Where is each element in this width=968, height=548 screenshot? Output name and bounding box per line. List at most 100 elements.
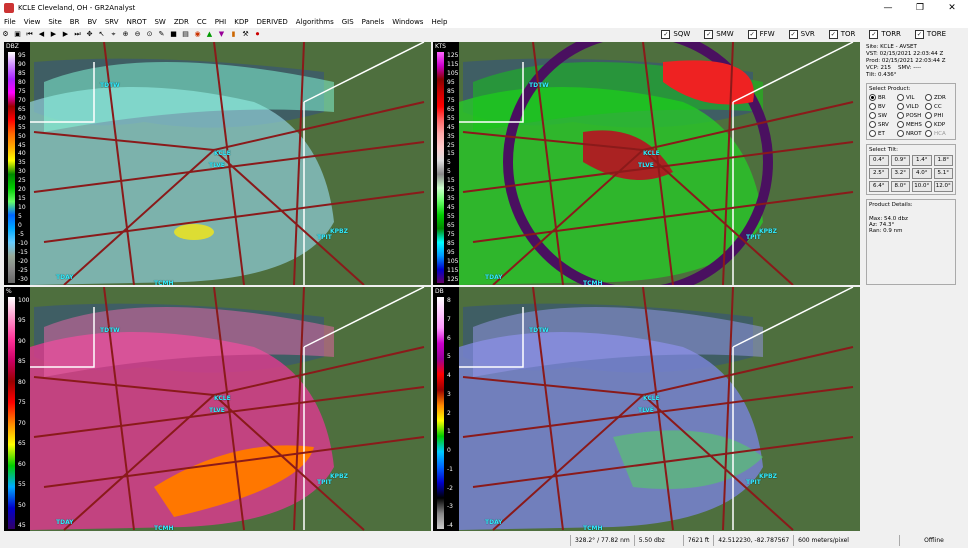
maximize-icon[interactable]: ❐ [904,0,936,16]
radio-icon[interactable] [897,130,904,137]
warning-toggle-sqw[interactable]: ✓ SQW [661,29,690,39]
settings-icon[interactable]: ⚒ [240,29,251,40]
tilt-button[interactable]: 0.9° [890,155,910,166]
cursor-icon[interactable]: ↖ [96,29,107,40]
record-icon[interactable]: ⏺ [252,29,263,40]
product-option-mehs[interactable]: MEHS [897,121,925,128]
menu-gis[interactable]: GIS [338,18,358,26]
pan-icon[interactable]: ✥ [84,29,95,40]
next-frame-icon[interactable]: ▶ [60,29,71,40]
last-frame-icon[interactable]: ⏭ [72,29,83,40]
menu-site[interactable]: Site [44,18,65,26]
tilt-button[interactable]: 4.0° [912,168,932,179]
radio-icon[interactable] [897,103,904,110]
warning-toggle-torr[interactable]: ✓ TORR [869,29,901,39]
product-option-bv[interactable]: BV [869,103,897,110]
tilt-button[interactable]: 5.1° [933,168,953,179]
product-option-nrot[interactable]: NROT [897,130,925,137]
radio-icon[interactable] [869,121,876,128]
probe-icon[interactable]: ✎ [156,29,167,40]
menu-derived[interactable]: DERIVED [252,18,291,26]
menu-kdp[interactable]: KDP [230,18,252,26]
triangle-down-icon[interactable]: ▼ [216,29,227,40]
menu-file[interactable]: File [0,18,20,26]
product-option-sw[interactable]: SW [869,112,897,119]
product-option-vil[interactable]: VIL [897,94,925,101]
checkbox-icon[interactable]: ✓ [869,29,879,39]
close-icon[interactable]: ✕ [936,0,968,16]
product-option-kdp[interactable]: KDP [925,121,953,128]
checkbox-icon[interactable]: ✓ [661,29,671,39]
radio-icon[interactable] [925,103,932,110]
radio-icon[interactable] [925,121,932,128]
warning-toggle-ffw[interactable]: ✓ FFW [747,29,775,39]
save-icon[interactable]: ▣ [12,29,23,40]
bookmark-icon[interactable]: ▮ [228,29,239,40]
product-option-vild[interactable]: VILD [897,103,925,110]
menu-phi[interactable]: PHI [211,18,231,26]
menu-windows[interactable]: Windows [388,18,427,26]
tilt-button[interactable]: 10.0° [912,181,932,192]
radar-panel-velocity[interactable]: KTS 125 115 105 95 85 75 65 55 45 35 25 15 5 5 15 25 35 45… [433,42,860,285]
storm-icon[interactable]: ◉ [192,29,203,40]
warning-toggle-tor[interactable]: ✓ TOR [828,29,855,39]
radio-icon[interactable] [897,112,904,119]
prev-frame-icon[interactable]: ◀ [36,29,47,40]
menu-help[interactable]: Help [427,18,451,26]
radar-panel-zdr[interactable]: DB 8 7 6 5 4 3 2 1 0 -1 -2 -3 -4 TDTW KCLE TLVE TPIT KPBZ T… [433,287,860,531]
play-icon[interactable]: ▶ [48,29,59,40]
tilt-button[interactable]: 6.4° [869,181,889,192]
radio-icon[interactable] [869,103,876,110]
radio-icon[interactable] [869,130,876,137]
menu-sw[interactable]: SW [150,18,169,26]
radio-icon[interactable] [897,121,904,128]
first-frame-icon[interactable]: ⏮ [24,29,35,40]
menu-bv[interactable]: BV [83,18,100,26]
radio-icon[interactable] [869,112,876,119]
stop-icon[interactable]: ■ [168,29,179,40]
open-icon[interactable]: ⚙ [0,29,11,40]
product-option-zdr[interactable]: ZDR [925,94,953,101]
menu-view[interactable]: View [20,18,45,26]
menu-srv[interactable]: SRV [101,18,123,26]
radio-icon[interactable] [869,94,876,101]
radio-icon[interactable] [925,130,932,137]
tilt-button[interactable]: 2.5° [869,168,889,179]
product-option-phi[interactable]: PHI [925,112,953,119]
warning-toggle-svr[interactable]: ✓ SVR [788,29,815,39]
radio-icon[interactable] [925,94,932,101]
measure-icon[interactable]: ⌖ [108,29,119,40]
product-option-cc[interactable]: CC [925,103,953,110]
tilt-button[interactable]: 0.4° [869,155,889,166]
checkbox-icon[interactable]: ✓ [788,29,798,39]
menu-br[interactable]: BR [66,18,84,26]
product-option-et[interactable]: ET [869,130,897,137]
minimize-icon[interactable]: — [872,0,904,16]
menu-nrot[interactable]: NROT [123,18,151,26]
tilt-button[interactable]: 8.0° [890,181,910,192]
menu-panels[interactable]: Panels [358,18,389,26]
checkbox-icon[interactable]: ✓ [747,29,757,39]
zoom-out-icon[interactable]: ⊖ [132,29,143,40]
warning-toggle-smw[interactable]: ✓ SMW [704,29,734,39]
tilt-button[interactable]: 3.2° [890,168,910,179]
menu-cc[interactable]: CC [193,18,211,26]
checkbox-icon[interactable]: ✓ [828,29,838,39]
radio-icon[interactable] [897,94,904,101]
menu-algorithms[interactable]: Algorithms [292,18,338,26]
checkbox-icon[interactable]: ✓ [704,29,714,39]
tilt-button[interactable]: 1.8° [933,155,953,166]
radar-panel-reflectivity[interactable]: DBZ 95 90 85 80 75 70 65 60 55 50 45 40 35 30 25 20 15 10 5… [4,42,431,285]
product-option-posh[interactable]: POSH [897,112,925,119]
warning-toggle-tore[interactable]: ✓ TORE [914,29,946,39]
checkbox-icon[interactable]: ✓ [914,29,924,39]
tilt-button[interactable]: 1.4° [912,155,932,166]
product-option-br[interactable]: BR [869,94,897,101]
product-option-srv[interactable]: SRV [869,121,897,128]
product-option-hca[interactable]: HCA [925,130,953,137]
layers-icon[interactable]: ▤ [180,29,191,40]
tilt-button[interactable]: 12.0° [933,181,953,192]
radar-panel-correlation[interactable]: % 100 95 90 85 80 75 70 65 60 55 50 45 TDTW KCLE TLVE TP… [4,287,431,531]
zoom-in-icon[interactable]: ⊕ [120,29,131,40]
zoom-fit-icon[interactable]: ⊙ [144,29,155,40]
